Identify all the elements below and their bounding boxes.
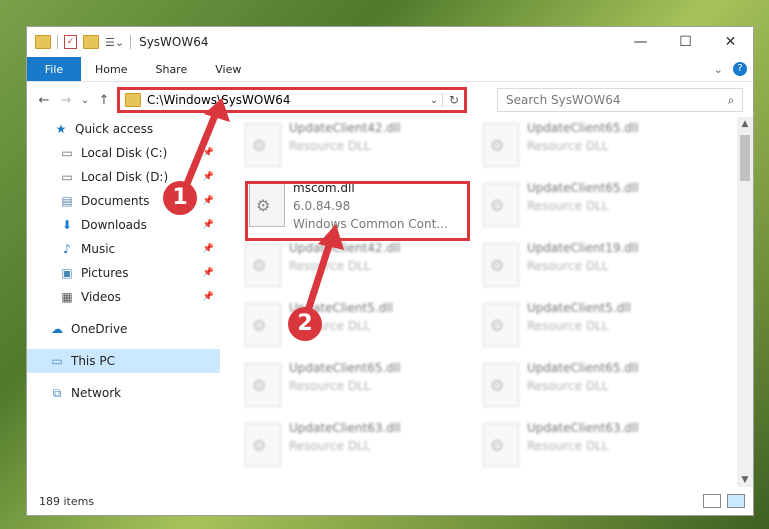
step-marker-2: 2 bbox=[288, 307, 322, 341]
step-marker-1: 1 bbox=[163, 181, 197, 215]
annotation-arrows bbox=[178, 98, 344, 324]
arrow-2-head bbox=[318, 224, 344, 250]
